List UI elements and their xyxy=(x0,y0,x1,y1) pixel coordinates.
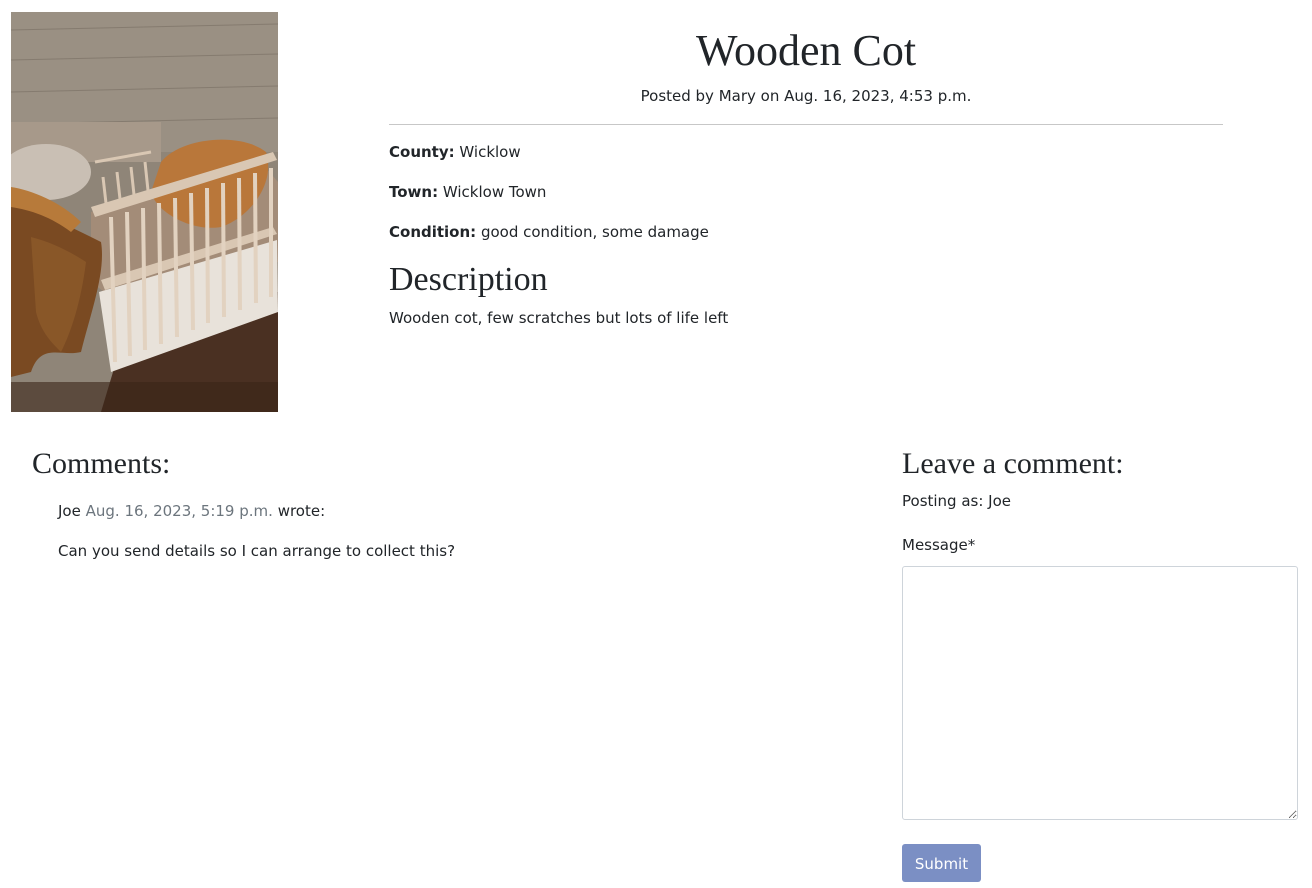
leave-comment-heading: Leave a comment: xyxy=(902,447,1124,480)
message-label: Message* xyxy=(902,536,976,554)
comments-heading: Comments: xyxy=(32,447,171,480)
comment-date: Aug. 16, 2023, 5:19 p.m. xyxy=(85,502,273,520)
comment-suffix: wrote: xyxy=(277,502,326,520)
condition-detail: Condition: good condition, some damage xyxy=(389,221,709,243)
submit-button[interactable]: Submit xyxy=(902,844,981,882)
town-label: Town: xyxy=(389,183,439,201)
comment-meta: Joe Aug. 16, 2023, 5:19 p.m. wrote: xyxy=(58,500,325,522)
county-label: County: xyxy=(389,143,455,161)
description-text: Wooden cot, few scratches but lots of li… xyxy=(389,309,729,327)
posting-as: Posting as: Joe xyxy=(902,492,1012,510)
comment-author: Joe xyxy=(58,502,81,520)
town-detail: Town: Wicklow Town xyxy=(389,181,546,203)
posted-by: Posted by Mary on Aug. 16, 2023, 4:53 p.… xyxy=(640,87,972,105)
condition-label: Condition: xyxy=(389,223,477,241)
message-textarea[interactable] xyxy=(902,566,1298,820)
description-heading: Description xyxy=(389,261,548,298)
divider xyxy=(389,124,1223,125)
post-title: Wooden Cot xyxy=(695,26,917,75)
county-detail: County: Wicklow xyxy=(389,141,521,163)
county-value: Wicklow xyxy=(459,143,521,161)
comment-body: Can you send details so I can arrange to… xyxy=(58,542,456,560)
cot-photo xyxy=(11,12,278,412)
town-value: Wicklow Town xyxy=(442,183,547,201)
condition-value: good condition, some damage xyxy=(480,223,709,241)
